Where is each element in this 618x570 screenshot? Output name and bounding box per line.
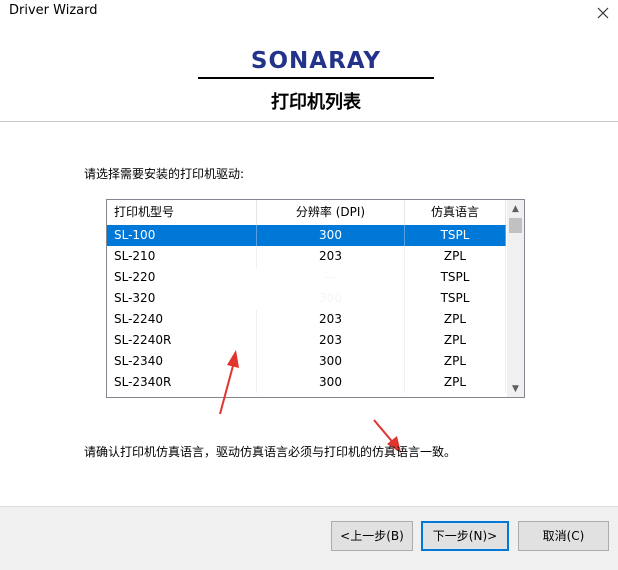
cell-language: ZPL — [405, 246, 506, 267]
cell-model: SL-210 — [107, 246, 257, 267]
cell-language: TSPL — [405, 267, 506, 288]
cell-dpi: 300 — [257, 372, 405, 393]
cell-language: ZPL — [405, 351, 506, 372]
cell-dpi: 300 — [257, 225, 405, 246]
cell-dpi: 203 — [257, 246, 405, 267]
scroll-up-icon: ▲ — [512, 203, 519, 214]
driver-wizard-window: Driver Wizard SONARAY 打印机列表 请选择需要安装的打印机驱… — [0, 0, 618, 570]
back-button[interactable]: <上一步(B) — [331, 521, 413, 551]
cell-language: ZPL — [405, 372, 506, 393]
list-body: SL-100 300 TSPL SL-210 203 ZPL SL-220 --… — [107, 225, 508, 397]
brand-name: SONARAY — [250, 48, 382, 74]
image-artifact — [237, 268, 383, 310]
column-header-language[interactable]: 仿真语言 — [405, 200, 506, 225]
cell-dpi: 203 — [257, 330, 405, 351]
cell-model: SL-2240 — [107, 309, 257, 330]
table-row[interactable]: SL-2240 203 ZPL — [107, 309, 506, 330]
cell-language: TSPL — [405, 288, 506, 309]
cell-model: SL-320 — [107, 288, 257, 309]
red-arrow-icon — [219, 350, 239, 415]
cell-language: ZPL — [405, 330, 506, 351]
scroll-thumb[interactable] — [509, 218, 522, 233]
header-divider — [0, 121, 618, 122]
column-header-model[interactable]: 打印机型号 — [107, 200, 257, 225]
cancel-button[interactable]: 取消(C) — [518, 521, 609, 551]
brand-logo: SONARAY — [198, 48, 434, 74]
table-row[interactable]: SL-2340R 300 ZPL — [107, 372, 506, 393]
button-bar: <上一步(B) 下一步(N)> 取消(C) — [0, 506, 618, 570]
page-title: 打印机列表 — [271, 92, 361, 113]
column-header-dpi[interactable]: 分辨率 (DPI) — [257, 200, 405, 225]
table-row[interactable]: SL-2340 300 ZPL — [107, 351, 506, 372]
scroll-up-button[interactable]: ▲ — [507, 200, 524, 217]
confirm-text: 请确认打印机仿真语言，驱动仿真语言必须与打印机的仿真语言一致。 — [84, 445, 457, 459]
scroll-down-icon: ▼ — [512, 383, 519, 394]
cell-model: SL-220 — [107, 267, 257, 288]
close-icon — [597, 7, 609, 19]
cell-dpi: 300 — [257, 351, 405, 372]
next-button[interactable]: 下一步(N)> — [421, 521, 509, 551]
cell-model: SL-100 — [107, 225, 257, 246]
logo-underline — [198, 77, 434, 79]
table-row[interactable]: SL-210 203 ZPL — [107, 246, 506, 267]
window-title: Driver Wizard — [9, 3, 98, 18]
table-row[interactable]: SL-2240R 203 ZPL — [107, 330, 506, 351]
cell-language: TSPL — [405, 225, 506, 246]
scroll-down-button[interactable]: ▼ — [507, 380, 524, 397]
close-button[interactable] — [588, 0, 618, 26]
cell-dpi: 203 — [257, 309, 405, 330]
list-header: 打印机型号 分辨率 (DPI) 仿真语言 — [107, 200, 508, 226]
vertical-scrollbar[interactable]: ▲ ▼ — [507, 200, 524, 397]
instruction-text: 请选择需要安装的打印机驱动: — [84, 167, 245, 181]
cell-language: ZPL — [405, 309, 506, 330]
table-row[interactable]: SL-100 300 TSPL — [107, 225, 506, 246]
title-bar: Driver Wizard — [0, 0, 618, 26]
